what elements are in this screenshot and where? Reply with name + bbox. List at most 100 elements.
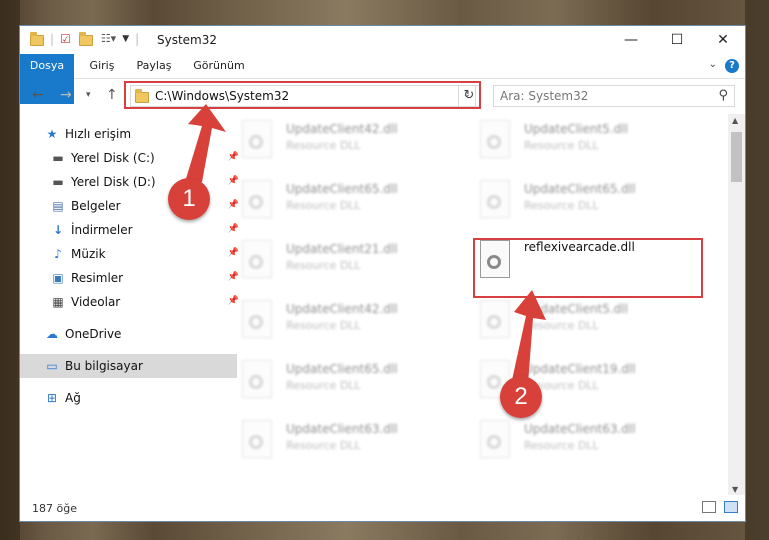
- file-name: UpdateClient63.dll: [286, 422, 398, 436]
- sidebar-item-music[interactable]: ♪ Müzik 📌: [20, 242, 243, 266]
- file-type: Resource DLL: [286, 439, 361, 452]
- music-icon: ♪: [54, 247, 62, 261]
- expand-ribbon-icon[interactable]: ⌄: [709, 59, 717, 70]
- file-type: Resource DLL: [286, 199, 361, 212]
- sidebar-item-label: Videolar: [71, 295, 121, 309]
- scroll-up-icon[interactable]: ▲: [732, 116, 738, 125]
- file-name: UpdateClient65.dll: [286, 182, 398, 196]
- sidebar-item-label: Bu bilgisayar: [65, 359, 143, 373]
- file-name: UpdateClient5.dll: [524, 122, 628, 136]
- search-icon: ⚲: [718, 88, 728, 103]
- file-item[interactable]: UpdateClient21.dll Resource DLL: [220, 234, 450, 284]
- dll-file-icon: [242, 180, 272, 218]
- dll-file-icon: [242, 240, 272, 278]
- file-item[interactable]: UpdateClient19.dll Resource DLL: [458, 354, 688, 404]
- file-type: Resource DLL: [286, 379, 361, 392]
- file-item[interactable]: UpdateClient65.dll Resource DLL: [220, 174, 450, 224]
- sidebar-item-label: İndirmeler: [71, 223, 133, 237]
- search-placeholder: Ara: System32: [500, 89, 589, 103]
- up-arrow-icon[interactable]: ↑: [106, 87, 118, 103]
- file-item[interactable]: UpdateClient42.dll Resource DLL: [220, 114, 450, 164]
- file-type: Resource DLL: [524, 139, 599, 152]
- drive-icon: ▬: [52, 151, 64, 165]
- video-icon: ▦: [52, 295, 64, 309]
- file-type: Resource DLL: [524, 439, 599, 452]
- file-type: Resource DLL: [286, 319, 361, 332]
- file-item[interactable]: UpdateClient63.dll Resource DLL: [458, 414, 688, 464]
- window-title: System32: [157, 33, 218, 47]
- tab-view[interactable]: Görünüm: [188, 54, 250, 78]
- cloud-icon: ☁: [46, 327, 58, 341]
- back-arrow-icon[interactable]: ←: [32, 87, 44, 103]
- sidebar-item-network[interactable]: ⊞ Ağ: [20, 386, 237, 410]
- drive-icon: ▬: [52, 175, 64, 189]
- background-tree: [745, 0, 769, 540]
- download-icon: ↓: [52, 223, 64, 237]
- file-item[interactable]: UpdateClient63.dll Resource DLL: [220, 414, 450, 464]
- tab-share[interactable]: Paylaş: [130, 54, 178, 78]
- recent-locations-icon[interactable]: ▾: [86, 90, 91, 100]
- file-type: Resource DLL: [524, 199, 599, 212]
- item-count: 187 öğe: [32, 502, 77, 515]
- sidebar-item-onedrive[interactable]: ☁ OneDrive: [20, 322, 237, 346]
- details-view-icon[interactable]: [702, 501, 716, 513]
- minimize-button[interactable]: —: [608, 26, 654, 54]
- dll-file-icon: [480, 180, 510, 218]
- file-name: UpdateClient65.dll: [524, 182, 636, 196]
- scrollbar-thumb[interactable]: [731, 132, 742, 182]
- file-name: UpdateClient42.dll: [286, 302, 398, 316]
- sidebar-item-quick-access[interactable]: ★ Hızlı erişim: [20, 122, 237, 146]
- sidebar-item-label: Yerel Disk (D:): [71, 175, 156, 189]
- title-bar: | ☑ ☷▾ ▼ | System32 — ☐ ✕: [20, 26, 745, 54]
- sidebar-item-videos[interactable]: ▦ Videolar 📌: [20, 290, 243, 314]
- dll-file-icon: [242, 360, 272, 398]
- large-icons-view-icon[interactable]: [724, 501, 738, 513]
- maximize-button[interactable]: ☐: [654, 26, 700, 54]
- callout-badge-one: 1: [168, 178, 210, 220]
- properties-icon[interactable]: ☑: [60, 32, 71, 46]
- file-item[interactable]: UpdateClient65.dll Resource DLL: [220, 354, 450, 404]
- dll-file-icon: [480, 300, 510, 338]
- callout-badge-two: 2: [500, 376, 542, 418]
- forward-arrow-icon[interactable]: →: [60, 87, 72, 103]
- file-type: Resource DLL: [286, 139, 361, 152]
- star-icon: ★: [46, 127, 58, 141]
- search-input[interactable]: Ara: System32 ⚲: [493, 85, 735, 107]
- address-highlight-box: [124, 81, 481, 109]
- file-name: UpdateClient21.dll: [286, 242, 398, 256]
- computer-icon: ▭: [46, 359, 58, 373]
- customize-toolbar-icon[interactable]: ☷▾: [101, 32, 116, 45]
- sidebar-item-downloads[interactable]: ↓ İndirmeler 📌: [20, 218, 243, 242]
- new-folder-icon[interactable]: [78, 32, 93, 46]
- quick-access-toolbar: | ☑ ☷▾ ▼ |: [30, 31, 139, 46]
- file-highlight-box: [473, 238, 703, 298]
- file-item[interactable]: UpdateClient5.dll Resource DLL: [458, 114, 688, 164]
- file-name: UpdateClient63.dll: [524, 422, 636, 436]
- sidebar-item-label: Yerel Disk (C:): [71, 151, 155, 165]
- sidebar-item-this-pc[interactable]: ▭ Bu bilgisayar: [20, 354, 237, 378]
- close-button[interactable]: ✕: [700, 26, 745, 54]
- dll-file-icon: [480, 120, 510, 158]
- pictures-icon: ▣: [52, 271, 64, 285]
- chevron-down-icon[interactable]: ▼: [122, 34, 129, 44]
- document-icon: ▤: [52, 199, 64, 213]
- separator: |: [50, 31, 55, 46]
- help-icon[interactable]: ?: [725, 59, 739, 73]
- dll-file-icon: [242, 420, 272, 458]
- file-name: UpdateClient65.dll: [286, 362, 398, 376]
- sidebar-item-label: Ağ: [65, 391, 81, 405]
- sidebar-item-disk-d[interactable]: ▬ Yerel Disk (D:) 📌: [20, 170, 243, 194]
- background-tree: [0, 0, 20, 540]
- file-item[interactable]: UpdateClient42.dll Resource DLL: [220, 294, 450, 344]
- sidebar-item-label: OneDrive: [65, 327, 122, 341]
- file-item[interactable]: UpdateClient65.dll Resource DLL: [458, 174, 688, 224]
- vertical-scrollbar[interactable]: ▲ ▼: [728, 114, 745, 496]
- sidebar-item-label: Belgeler: [71, 199, 121, 213]
- scroll-down-icon[interactable]: ▼: [732, 485, 738, 494]
- network-icon: ⊞: [46, 391, 58, 405]
- separator: |: [135, 31, 140, 46]
- tab-home[interactable]: Giriş: [82, 54, 122, 78]
- sidebar-item-disk-c[interactable]: ▬ Yerel Disk (C:) 📌: [20, 146, 243, 170]
- sidebar-item-pictures[interactable]: ▣ Resimler 📌: [20, 266, 243, 290]
- file-item[interactable]: UpdateClient5.dll Resource DLL: [458, 294, 688, 344]
